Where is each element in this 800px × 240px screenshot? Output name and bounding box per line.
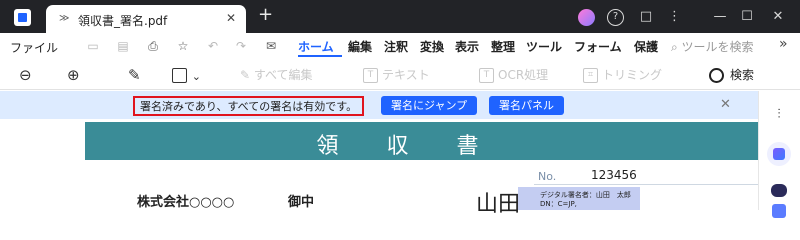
undo-icon[interactable]: ↶	[206, 39, 220, 53]
recipient-honorific: 御中	[288, 195, 315, 210]
signature-dn-text: DN：C=JP,	[540, 200, 577, 208]
home-toolbar: ⊖ ⊕ ✎ ⌄ ✎ すべて編集 T テキスト T OCR処理 ⌗ トリミング 検索	[0, 59, 800, 90]
receipt-header-bar: 領収書	[85, 122, 758, 160]
message-icon[interactable]: □	[637, 7, 655, 27]
chatbot-icon[interactable]	[767, 179, 791, 203]
edit-all-label: すべて編集	[253, 68, 313, 82]
ocr-label: OCR処理	[498, 68, 549, 82]
star-icon[interactable]: ☆	[176, 39, 190, 53]
shape-tool[interactable]: ⌄	[172, 65, 201, 85]
menu-edit[interactable]: 編集	[348, 38, 372, 55]
tool-search-placeholder: ツールを検索	[681, 40, 754, 54]
menu-home[interactable]: ホーム	[298, 38, 334, 55]
mail-icon[interactable]: ✉	[264, 39, 278, 53]
maximize-button[interactable]: ☐	[739, 7, 755, 27]
save-as-icon[interactable]: ▤	[116, 39, 130, 53]
search-label: 検索	[730, 68, 755, 82]
text-button[interactable]: T テキスト	[363, 65, 430, 85]
user-avatar[interactable]	[578, 9, 595, 26]
recipient-company: 株式会社○○○○	[137, 195, 235, 210]
ai-assistant-icon[interactable]	[767, 142, 791, 166]
ocr-button[interactable]: T OCR処理	[479, 65, 548, 85]
tab-close-icon[interactable]: ✕	[226, 11, 236, 25]
menu-organize[interactable]: 整理	[491, 38, 515, 55]
translate-icon[interactable]	[767, 201, 791, 225]
zoom-out-icon[interactable]: ⊖	[19, 65, 32, 85]
right-side-panel: ⫶	[758, 91, 800, 218]
highlight-icon[interactable]: ✎	[128, 65, 141, 85]
menu-annotate[interactable]: 注釈	[384, 38, 408, 55]
crop-label: トリミング	[602, 68, 663, 82]
title-bar: ≫ 領収書_署名.pdf ✕ + ? □ ⋮ — ☐ ✕	[0, 0, 800, 33]
menu-protect[interactable]: 保護	[634, 38, 658, 55]
help-icon[interactable]: ?	[607, 9, 624, 26]
save-icon[interactable]: ▭	[86, 39, 100, 53]
document-tab[interactable]: ≫ 領収書_署名.pdf ✕	[46, 5, 246, 33]
menu-file[interactable]: ファイル	[10, 39, 58, 56]
digital-signature-field[interactable]: デジタル署名者：山田 太郎 DN：C=JP,	[518, 187, 640, 210]
receipt-number-label: No.	[538, 170, 557, 183]
close-window-button[interactable]: ✕	[770, 7, 786, 27]
text-label: テキスト	[382, 68, 430, 82]
text-icon: T	[363, 68, 378, 83]
edit-all-button[interactable]: ✎ すべて編集	[240, 65, 313, 85]
print-icon[interactable]: ⎙	[146, 39, 160, 53]
document-tab-icon: ≫	[59, 13, 70, 24]
receipt-title: 領収書	[316, 134, 527, 159]
document-tab-title: 領収書_署名.pdf	[78, 14, 168, 28]
search-icon	[709, 68, 724, 83]
minimize-button[interactable]: —	[712, 7, 728, 27]
jump-to-signature-button[interactable]: 署名にジャンプ	[381, 96, 478, 115]
properties-settings-icon[interactable]: ⫶	[767, 103, 791, 127]
rectangle-icon	[172, 68, 187, 83]
search-button[interactable]: 検索	[709, 66, 754, 83]
zoom-in-icon[interactable]: ⊕	[67, 65, 80, 85]
app-logo	[14, 9, 31, 26]
menu-tools[interactable]: ツール	[526, 38, 562, 55]
menu-more-icon[interactable]: »	[779, 36, 788, 52]
signature-status-banner: 署名済みであり、すべての署名は有効です。 署名にジャンプ 署名パネル ✕	[0, 91, 758, 119]
receipt-number-underline	[534, 184, 758, 185]
signature-status-message: 署名済みであり、すべての署名は有効です。	[133, 96, 365, 116]
receipt-number-value: 123456	[591, 168, 637, 182]
crop-button[interactable]: ⌗ トリミング	[583, 65, 662, 85]
ocr-icon: T	[479, 68, 494, 83]
redo-icon[interactable]: ↷	[234, 39, 248, 53]
menu-view[interactable]: 表示	[455, 38, 479, 55]
menu-form[interactable]: フォーム	[574, 38, 622, 55]
issuer-name: 山田	[476, 192, 521, 217]
active-menu-indicator	[298, 55, 342, 57]
menu-convert[interactable]: 変換	[420, 38, 444, 55]
more-options-icon[interactable]: ⋮	[668, 7, 681, 27]
signature-panel-button[interactable]: 署名パネル	[489, 96, 564, 115]
tool-search-input[interactable]: ⌕ ツールを検索	[671, 38, 754, 55]
shape-dropdown-icon: ⌄	[191, 70, 201, 83]
new-tab-button[interactable]: +	[258, 5, 273, 25]
banner-close-icon[interactable]: ✕	[720, 97, 731, 112]
crop-icon: ⌗	[583, 68, 598, 83]
menu-bar: ファイル ▭ ▤ ⎙ ☆ ↶ ↷ ✉ ホーム 編集 注釈 変換 表示 整理 ツー…	[0, 33, 800, 59]
